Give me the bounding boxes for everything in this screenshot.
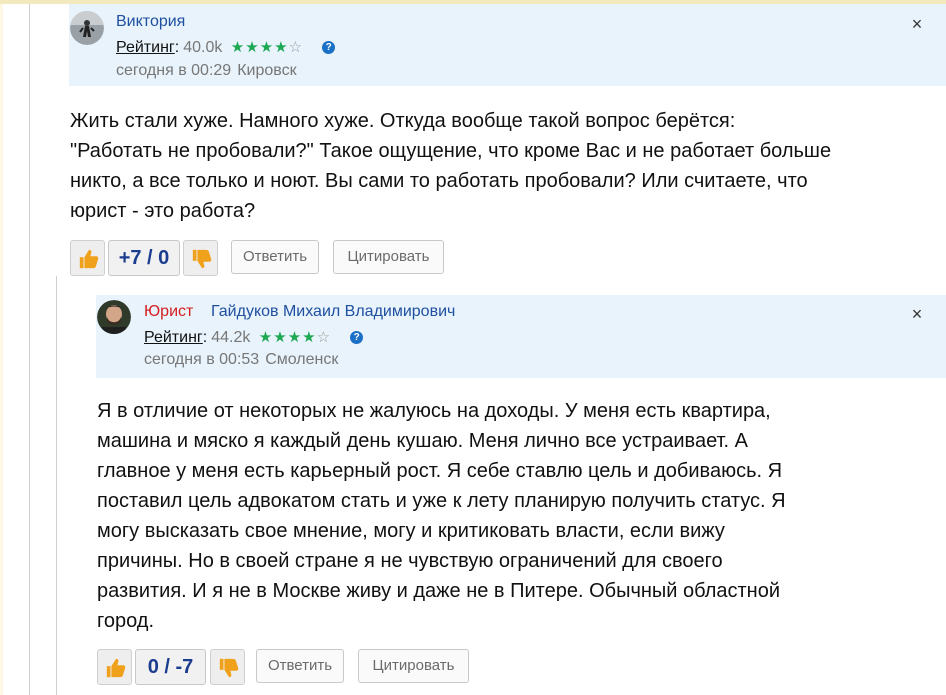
star-filled-icon: ★	[230, 39, 246, 56]
rating-colon: :	[202, 329, 208, 346]
rating-stars: ★★★★☆	[231, 39, 308, 56]
rating-stars: ★★★★☆	[259, 329, 336, 346]
rating-row: Рейтинг: 44.2k ★★★★☆ ?	[144, 328, 364, 348]
thumbs-down-icon	[192, 249, 212, 269]
close-icon[interactable]: ×	[909, 305, 925, 323]
dislike-button[interactable]	[183, 240, 218, 276]
like-button[interactable]	[97, 649, 132, 685]
star-filled-icon: ★	[245, 39, 260, 56]
author-name[interactable]: Виктория	[116, 13, 185, 31]
reply-button[interactable]: Ответить	[231, 240, 319, 274]
thumbs-up-icon	[79, 249, 99, 269]
star-filled-icon: ★	[258, 329, 274, 346]
author-name[interactable]: Гайдуков Михаил Владимирович	[211, 303, 455, 321]
role-badge: Юрист	[144, 303, 194, 320]
star-filled-icon: ★	[259, 39, 275, 56]
comments-thread: Виктория Рейтинг: 40.0k ★★★★☆ ? сегодня в…	[3, 4, 946, 695]
rating-value: 44.2k	[211, 329, 251, 346]
avatar[interactable]	[70, 11, 104, 45]
comment-time[interactable]: сегодня в 00:29	[116, 62, 231, 79]
help-icon[interactable]: ?	[350, 331, 364, 344]
vote-score: 0 / -7	[135, 649, 206, 685]
thumbs-up-icon	[106, 658, 126, 678]
avatar[interactable]	[97, 300, 131, 334]
rating-row: Рейтинг: 40.0k ★★★★☆ ?	[116, 38, 336, 58]
rating-colon: :	[174, 39, 180, 56]
help-icon[interactable]: ?	[322, 41, 336, 54]
star-empty-icon: ☆	[316, 329, 332, 346]
star-empty-icon: ☆	[288, 39, 304, 56]
star-filled-icon: ★	[302, 329, 317, 346]
quote-button[interactable]: Цитировать	[358, 649, 469, 683]
star-filled-icon: ★	[287, 329, 303, 346]
thread-line-inner	[56, 276, 57, 695]
thread-line-outer	[29, 4, 30, 695]
comment-meta: сегодня в 00:29 Кировск	[116, 62, 297, 80]
close-icon[interactable]: ×	[909, 15, 925, 33]
star-filled-icon: ★	[274, 39, 289, 56]
comment-text: Я в отличие от некоторых не жалуюсь на д…	[97, 400, 786, 632]
forum-page: { "comments": [ { "author": "Виктория", …	[0, 0, 946, 695]
comment-text: Жить стали хуже. Намного хуже. Откуда во…	[70, 110, 832, 222]
dislike-button[interactable]	[210, 649, 245, 685]
star-filled-icon: ★	[273, 329, 288, 346]
rating-value: 40.0k	[183, 39, 223, 56]
comment-time[interactable]: сегодня в 00:53	[144, 351, 259, 368]
reply-button[interactable]: Ответить	[256, 649, 344, 683]
thumbs-down-icon	[219, 658, 239, 678]
comment-city: Смоленск	[265, 351, 339, 368]
rating-label[interactable]: Рейтинг	[144, 329, 203, 346]
vote-score: +7 / 0	[108, 240, 180, 276]
like-button[interactable]	[70, 240, 105, 276]
comment-meta: сегодня в 00:53 Смоленск	[144, 351, 338, 369]
comment-city: Кировск	[237, 62, 297, 79]
rating-label[interactable]: Рейтинг	[116, 39, 175, 56]
quote-button[interactable]: Цитировать	[333, 240, 444, 274]
